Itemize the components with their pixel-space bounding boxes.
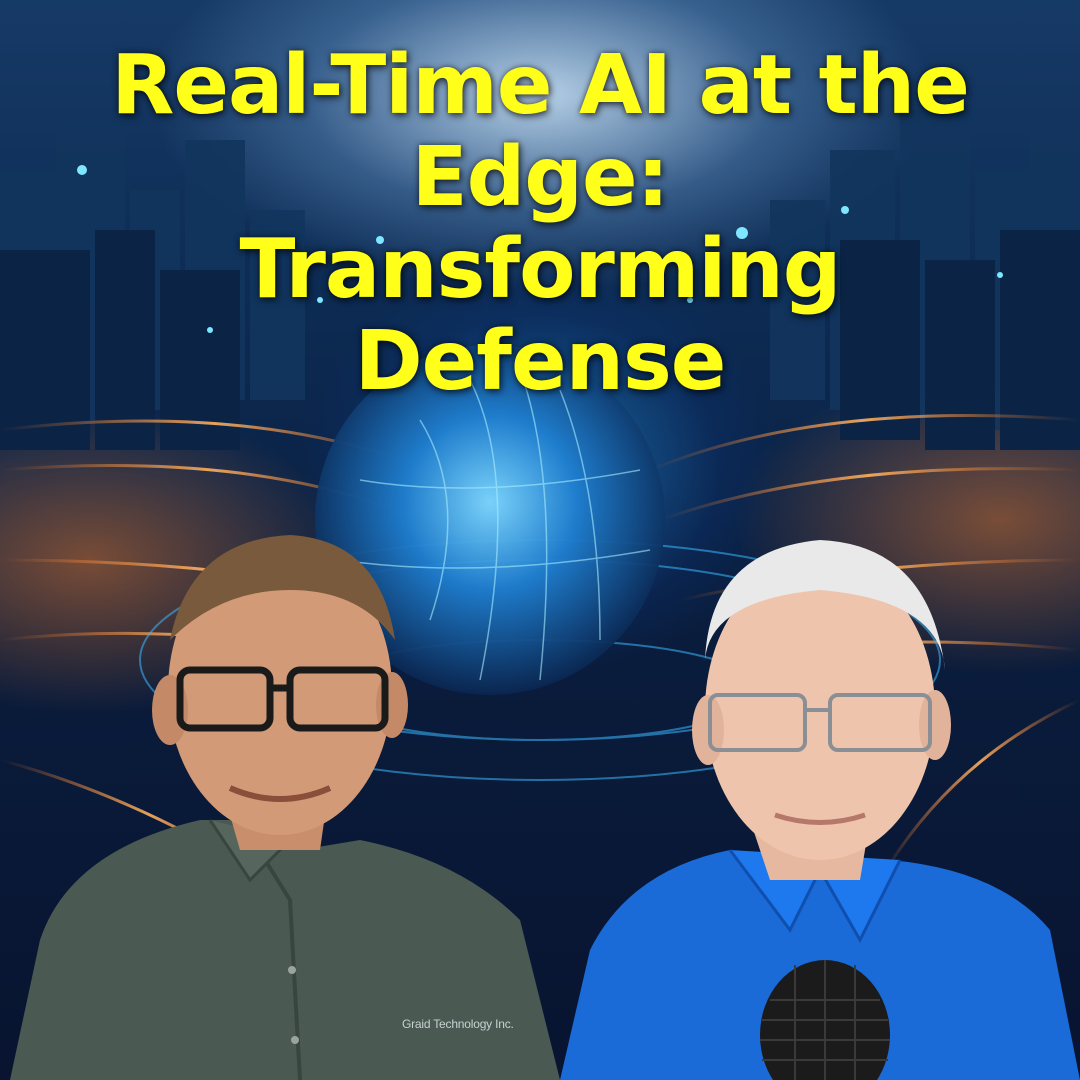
title-line-4: Defense — [354, 314, 727, 409]
thumbnail-canvas: Real-Time AI at the Edge: Transforming D… — [0, 0, 1080, 1080]
title-line-2: Edge: — [411, 130, 670, 225]
microphone — [760, 960, 890, 1080]
title-line-1: Real-Time AI at the — [111, 38, 970, 133]
video-title: Real-Time AI at the Edge: Transforming D… — [0, 40, 1080, 408]
left-speaker — [10, 535, 560, 1080]
shirt-logo: Graid Technology Inc. — [402, 1017, 514, 1031]
title-line-3: Transforming — [239, 222, 842, 317]
